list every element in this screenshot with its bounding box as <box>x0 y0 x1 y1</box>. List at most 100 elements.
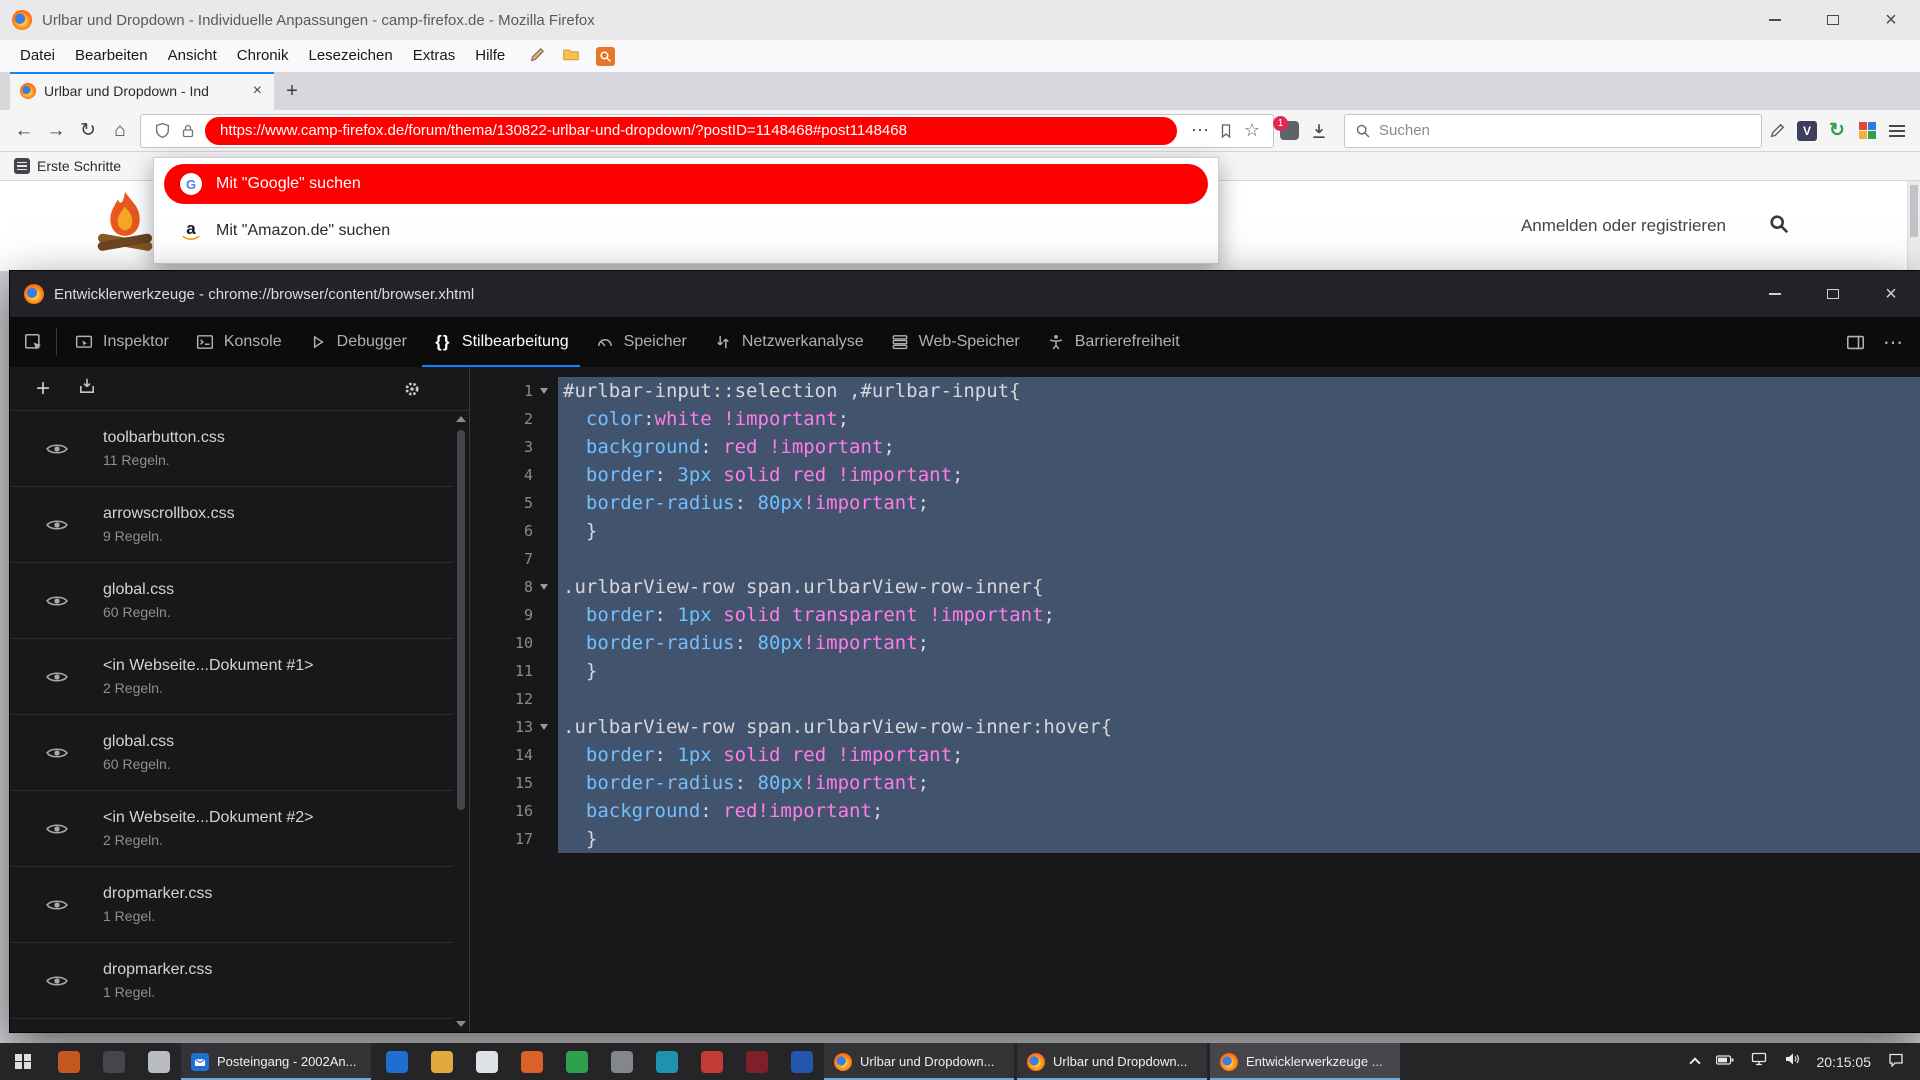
bookmark-flag-icon[interactable] <box>1213 123 1239 139</box>
tab-close-icon[interactable]: × <box>251 82 264 100</box>
fold-marker-icon[interactable] <box>538 584 550 590</box>
code-line[interactable]: border: 1px solid transparent !important… <box>558 601 1920 629</box>
start-button[interactable] <box>0 1043 46 1080</box>
downloads-button[interactable] <box>1304 115 1334 147</box>
stylesheet-item[interactable]: dropmarker.css1 Regel. <box>10 867 453 943</box>
search-suggestion-amazon[interactable]: a Mit "Amazon.de" suchen <box>164 211 1208 251</box>
url-input[interactable]: https://www.camp-firefox.de/forum/thema/… <box>205 117 1177 145</box>
stylesheet-item[interactable]: toolbarbutton.css11 Regeln. <box>10 411 453 487</box>
taskbar-pinned-app-mid-1[interactable] <box>374 1043 419 1080</box>
visibility-toggle-icon[interactable] <box>10 442 103 456</box>
fold-marker-icon[interactable] <box>538 388 550 394</box>
devtools-tab-stilbearbeitung[interactable]: {}Stilbearbeitung <box>420 317 582 367</box>
import-stylesheet-button[interactable] <box>78 377 96 400</box>
code-line[interactable]: #urlbar-input::selection ,#urlbar-input{ <box>558 377 1920 405</box>
devtools-tab-konsole[interactable]: Konsole <box>182 317 295 367</box>
devtools-tab-speicher[interactable]: Speicher <box>582 317 700 367</box>
star-icon[interactable]: ☆ <box>1239 120 1265 141</box>
visibility-toggle-icon[interactable] <box>10 746 103 760</box>
code-line[interactable]: .urlbarView-row span.urlbarView-row-inne… <box>558 713 1920 741</box>
editor-code-area[interactable]: #urlbar-input::selection ,#urlbar-input{… <box>558 367 1920 1032</box>
code-line[interactable]: background: red!important; <box>558 797 1920 825</box>
scrollbar-thumb[interactable] <box>457 430 465 810</box>
menu-item-datei[interactable]: Datei <box>10 40 65 72</box>
reload-button[interactable]: ↻ <box>72 115 104 147</box>
devtools-tab-barrierefreiheit[interactable]: Barrierefreiheit <box>1033 317 1193 367</box>
devtools-tab-debugger[interactable]: Debugger <box>295 317 420 367</box>
scrollbar-thumb[interactable] <box>1910 185 1918 237</box>
bookmark-item[interactable]: Erste Schritte <box>14 158 121 174</box>
devtools-tab-inspektor[interactable]: Inspektor <box>61 317 182 367</box>
forward-button[interactable]: → <box>40 115 72 147</box>
scroll-up-icon[interactable] <box>456 416 466 422</box>
pencil-icon[interactable] <box>529 46 546 67</box>
code-line[interactable]: } <box>558 657 1920 685</box>
taskbar-pinned-app-3[interactable] <box>136 1043 181 1080</box>
close-button[interactable]: × <box>1862 0 1920 40</box>
home-button[interactable]: ⌂ <box>104 115 136 147</box>
menu-item-chronik[interactable]: Chronik <box>227 40 299 72</box>
clock[interactable]: 20:15:05 <box>1817 1054 1872 1070</box>
visibility-toggle-icon[interactable] <box>10 822 103 836</box>
back-button[interactable]: ← <box>8 115 40 147</box>
new-stylesheet-button[interactable]: + <box>36 377 50 401</box>
new-tab-button[interactable]: + <box>274 72 310 110</box>
visibility-toggle-icon[interactable] <box>10 898 103 912</box>
scroll-down-icon[interactable] <box>456 1021 466 1027</box>
taskbar-pinned-app-mid-3[interactable] <box>464 1043 509 1080</box>
edit-extension-button[interactable] <box>1762 115 1792 147</box>
taskbar-pinned-app-1[interactable] <box>46 1043 91 1080</box>
code-line[interactable]: border: 3px solid red !important; <box>558 461 1920 489</box>
v-extension-button[interactable]: V <box>1792 115 1822 147</box>
page-search-icon[interactable] <box>1768 213 1790 240</box>
code-line[interactable]: } <box>558 517 1920 545</box>
devtools-tab-netzwerkanalyse[interactable]: Netzwerkanalyse <box>700 317 877 367</box>
minimize-button[interactable] <box>1746 0 1804 40</box>
battery-icon[interactable] <box>1716 1053 1734 1071</box>
code-line[interactable]: } <box>558 825 1920 853</box>
page-scrollbar[interactable] <box>1907 181 1920 271</box>
stylesheet-item[interactable]: <in Webseite...Dokument #2>2 Regeln. <box>10 791 453 867</box>
code-line[interactable]: color:white !important; <box>558 405 1920 433</box>
menu-item-bearbeiten[interactable]: Bearbeiten <box>65 40 158 72</box>
taskbar-window-mail[interactable]: Posteingang - 2002An... <box>181 1043 371 1080</box>
taskbar-pinned-app-mid-2[interactable] <box>419 1043 464 1080</box>
app-menu-button[interactable] <box>1882 115 1912 147</box>
stylesheet-item[interactable]: dropmarker.css1 Regel. <box>10 943 453 1019</box>
extension-button[interactable]: 1 <box>1274 115 1304 147</box>
taskbar-pinned-app-mid-9[interactable] <box>734 1043 779 1080</box>
code-line[interactable] <box>558 545 1920 573</box>
minimize-button[interactable] <box>1746 271 1804 317</box>
taskbar-window-button-3[interactable]: Entwicklerwerkzeuge ... <box>1210 1043 1400 1080</box>
code-line[interactable] <box>558 685 1920 713</box>
url-bar[interactable]: https://www.camp-firefox.de/forum/thema/… <box>140 114 1274 148</box>
taskbar-pinned-app-mid-7[interactable] <box>644 1043 689 1080</box>
stylesheet-item[interactable]: arrowscrollbox.css9 Regeln. <box>10 487 453 563</box>
grid-extension-button[interactable] <box>1852 115 1882 147</box>
tracking-shield-icon[interactable] <box>149 122 175 139</box>
maximize-button[interactable] <box>1804 271 1862 317</box>
search-tool-icon[interactable] <box>596 47 615 66</box>
folder-icon[interactable] <box>562 45 580 67</box>
page-actions-icon[interactable]: ⋯ <box>1187 120 1213 141</box>
browser-tab[interactable]: Urlbar und Dropdown - Ind × <box>10 72 274 110</box>
network-icon[interactable] <box>1751 1052 1767 1071</box>
search-suggestion-google[interactable]: G Mit "Google" suchen <box>164 164 1208 204</box>
taskbar-window-button-2[interactable]: Urlbar und Dropdown... <box>1017 1043 1207 1080</box>
action-center-icon[interactable] <box>1888 1052 1904 1072</box>
stylesheet-item[interactable]: <in Webseite...Dokument #1>2 Regeln. <box>10 639 453 715</box>
dock-side-button[interactable] <box>1838 325 1872 359</box>
code-line[interactable]: border-radius: 80px!important; <box>558 489 1920 517</box>
close-button[interactable]: × <box>1862 271 1920 317</box>
menu-item-ansicht[interactable]: Ansicht <box>158 40 227 72</box>
code-line[interactable]: border-radius: 80px!important; <box>558 769 1920 797</box>
code-line[interactable]: .urlbarView-row span.urlbarView-row-inne… <box>558 573 1920 601</box>
taskbar-pinned-app-2[interactable] <box>91 1043 136 1080</box>
taskbar-pinned-app-mid-4[interactable] <box>509 1043 554 1080</box>
devtools-tab-web-speicher[interactable]: Web-Speicher <box>877 317 1033 367</box>
code-line[interactable]: background: red !important; <box>558 433 1920 461</box>
taskbar-pinned-app-mid-6[interactable] <box>599 1043 644 1080</box>
search-bar[interactable]: Suchen <box>1344 114 1762 148</box>
taskbar-pinned-app-mid-10[interactable] <box>779 1043 824 1080</box>
taskbar-pinned-app-mid-5[interactable] <box>554 1043 599 1080</box>
